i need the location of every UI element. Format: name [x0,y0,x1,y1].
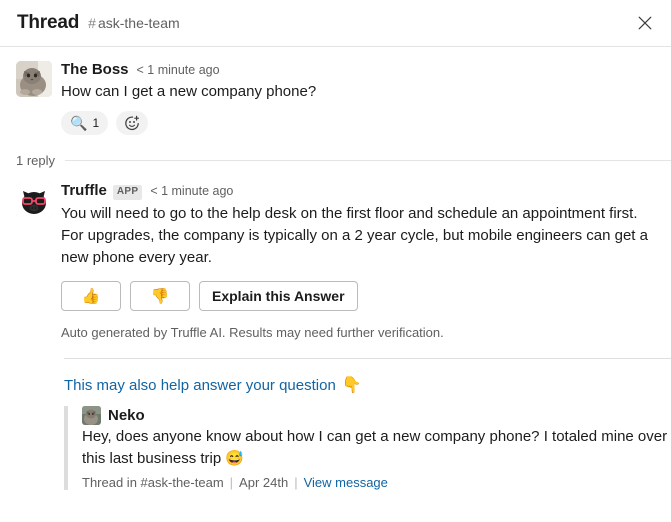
hash-icon: # [140,475,148,490]
quoted-message: Neko Hey, does anyone know about how I c… [64,406,671,490]
thumbs-up-button[interactable]: 👍 [61,281,121,311]
message-header: Truffle APP < 1 minute ago [61,182,655,201]
reactions-bar: 🔍 1 [61,111,655,135]
reaction-pill[interactable]: 🔍 1 [61,111,109,135]
avatar[interactable] [16,61,52,97]
author-name[interactable]: Truffle [61,182,107,200]
quote-author-name[interactable]: Neko [108,407,145,424]
avatar[interactable] [16,182,52,218]
meta-separator: | [229,475,234,490]
root-message: The Boss < 1 minute ago How can I get a … [0,47,671,135]
channel-name[interactable]: # ask-the-team [88,15,180,31]
thread-body: The Boss < 1 minute ago How can I get a … [0,47,671,490]
reply-divider: 1 reply [0,135,671,168]
close-button[interactable] [631,9,659,37]
timestamp[interactable]: < 1 minute ago [137,63,220,78]
hash-icon: # [88,15,96,31]
add-reaction-button[interactable] [116,111,149,135]
channel-label: ask-the-team [97,15,180,31]
meta-separator: | [294,475,298,490]
close-icon [637,15,653,31]
quote-text: Hey, does anyone know about how I can ge… [82,428,668,467]
explain-answer-button[interactable]: Explain this Answer [199,281,358,311]
quote-meta: Thread in # ask-the-team | Apr 24th | Vi… [82,475,671,490]
author-name[interactable]: The Boss [61,61,129,79]
thumbs-down-button[interactable]: 👎 [130,281,190,311]
app-badge: APP [112,185,143,200]
magnifier-icon: 🔍 [70,115,88,131]
quote-channel: ask-the-team [147,475,224,490]
truffle-pig-avatar-icon [16,182,52,218]
quote-date: Apr 24th [239,475,289,490]
suggestion-link[interactable]: This may also help answer your question [64,377,336,394]
timestamp[interactable]: < 1 minute ago [150,184,233,199]
message-header: The Boss < 1 minute ago [61,61,655,79]
bot-message: Truffle APP < 1 minute ago You will need… [0,168,671,340]
avatar[interactable] [82,406,101,425]
disclaimer-text: Auto generated by Truffle AI. Results ma… [61,325,444,340]
message-text: How can I get a new company phone? [61,83,317,100]
add-reaction-icon [124,115,140,131]
thread-header: Thread # ask-the-team [0,0,671,47]
divider-rule [65,160,671,161]
pointing-hand-icon: 👇 [341,376,362,394]
neko-photo-avatar-icon [82,406,101,425]
reply-count-label: 1 reply [16,153,56,168]
bot-actions: 👍 👎 Explain this Answer [61,281,655,311]
quote-meta-prefix: Thread in [82,475,137,490]
page-title: Thread [17,12,80,33]
view-message-link[interactable]: View message [304,475,388,490]
reaction-count: 1 [92,116,100,130]
suggestion-header: This may also help answer your question … [0,359,671,394]
message-text: You will need to go to the help desk on … [61,205,648,266]
quote-header: Neko [82,406,671,425]
cat-photo-avatar-icon [16,61,52,97]
